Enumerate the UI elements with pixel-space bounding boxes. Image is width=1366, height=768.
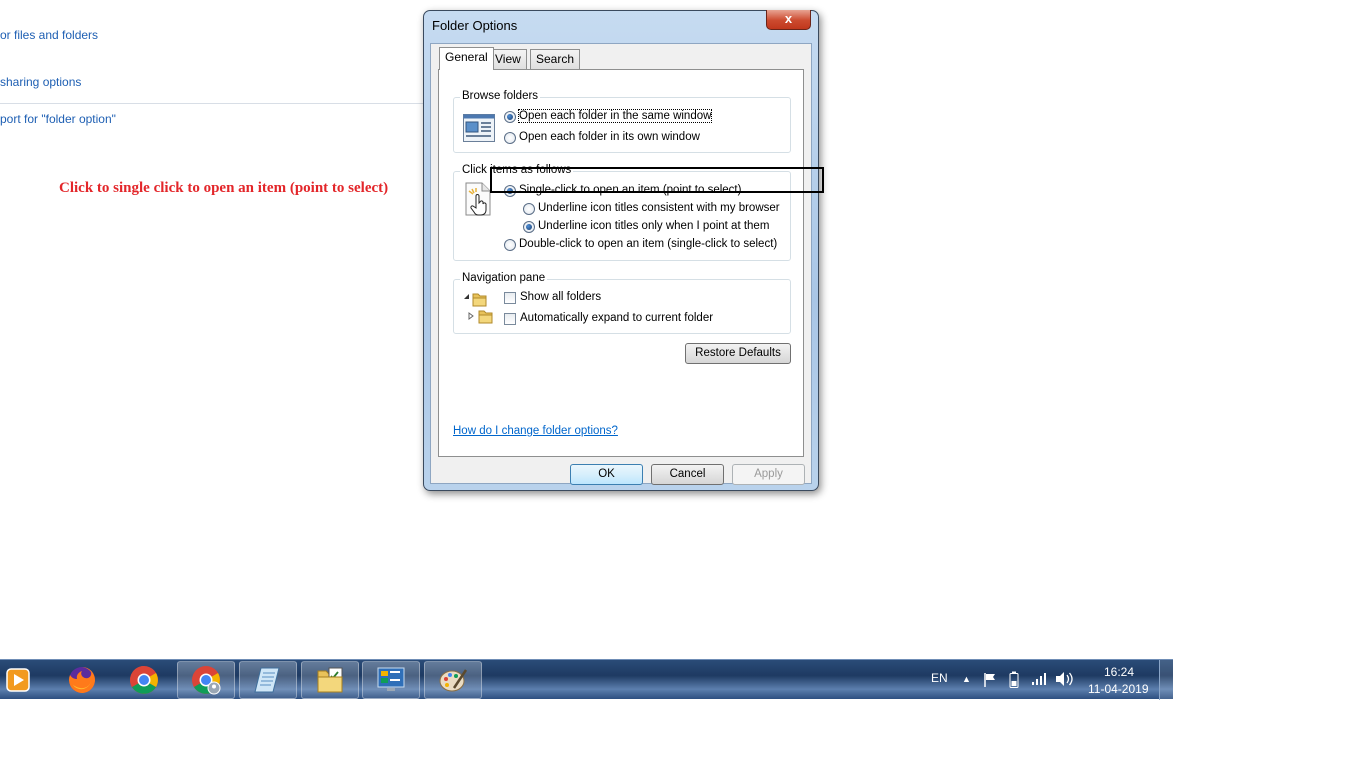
notepad-icon [254, 667, 280, 693]
taskbar-notepad[interactable] [239, 661, 297, 699]
browse-folders-group: Browse folders Open each folder in the s… [453, 90, 791, 153]
radio-double-click-button[interactable] [504, 239, 516, 251]
bg-link-support-search[interactable]: port for "folder option" [0, 112, 116, 126]
radio-own-window-label: Open each folder in its own window [519, 131, 700, 143]
taskbar-file-explorer[interactable] [301, 661, 359, 699]
tree-folders-icon [464, 293, 493, 324]
instruction-annotation: Click to single click to open an item (p… [59, 180, 389, 196]
taskbar-control-panel[interactable] [362, 661, 420, 699]
taskbar-paint[interactable] [424, 661, 482, 699]
file-explorer-icon [317, 667, 343, 693]
restore-defaults-button[interactable]: Restore Defaults [685, 343, 791, 364]
tab-general[interactable]: General [439, 47, 494, 70]
bg-link-files-folders[interactable]: or files and folders [0, 28, 98, 42]
folder-options-dialog: Folder Options x General View Search Bro… [423, 10, 819, 491]
volume-icon[interactable] [1055, 671, 1073, 687]
checkbox-auto-expand-box[interactable] [504, 313, 516, 325]
close-button[interactable]: x [766, 10, 811, 30]
radio-underline-point-button[interactable] [523, 221, 535, 233]
taskbar-media-player[interactable] [0, 661, 36, 699]
signal-icon[interactable] [1031, 672, 1047, 686]
control-panel-icon [377, 667, 405, 691]
checkbox-show-all-folders-box[interactable] [504, 292, 516, 304]
taskbar-chrome[interactable] [115, 661, 173, 699]
highlight-box [490, 167, 824, 193]
clock-date[interactable]: 11-04-2019 [1088, 682, 1149, 696]
flag-icon[interactable] [983, 672, 997, 688]
chrome-icon [130, 666, 158, 694]
chrome-profile-icon [192, 666, 221, 695]
browse-folders-label: Browse folders [460, 90, 541, 102]
navigation-pane-label: Navigation pane [460, 272, 548, 284]
apply-button[interactable]: Apply [732, 464, 805, 485]
taskbar-firefox[interactable] [53, 661, 111, 699]
dialog-client-area: General View Search Browse folders Open … [430, 43, 812, 485]
paint-icon [439, 669, 468, 692]
radio-same-window-button[interactable] [504, 111, 516, 123]
clock-time[interactable]: 16:24 [1104, 665, 1134, 679]
radio-double-click-label: Double-click to open an item (single-cli… [519, 238, 778, 250]
taskbar: EN ▲ 16:24 11-04-2019 [0, 659, 1173, 700]
dialog-title: Folder Options [432, 18, 518, 33]
radio-underline-browser-label: Underline icon titles consistent with my… [538, 202, 780, 214]
chevron-up-icon[interactable]: ▲ [962, 674, 971, 684]
general-tab-panel: Browse folders Open each folder in the s… [438, 69, 804, 457]
battery-icon[interactable] [1009, 671, 1019, 689]
bg-divider [0, 103, 424, 104]
radio-own-window-button[interactable] [504, 132, 516, 144]
close-icon: x [784, 11, 793, 26]
media-player-icon [6, 668, 30, 692]
tab-search[interactable]: Search [530, 49, 581, 69]
radio-underline-point-label: Underline icon titles only when I point … [538, 220, 770, 232]
navigation-pane-group: Navigation pane Show all folders Automat… [453, 272, 791, 334]
browse-folders-icon [463, 114, 495, 142]
pointing-hand-icon [465, 182, 491, 216]
cancel-button[interactable]: Cancel [651, 464, 724, 485]
help-link[interactable]: How do I change folder options? [453, 425, 618, 437]
checkbox-show-all-folders-label: Show all folders [520, 291, 602, 303]
checkbox-auto-expand-label: Automatically expand to current folder [520, 312, 714, 324]
taskbar-chrome-profile[interactable] [177, 661, 235, 699]
language-indicator[interactable]: EN [931, 671, 948, 685]
radio-underline-browser-button[interactable] [523, 203, 535, 215]
firefox-icon [69, 667, 95, 693]
show-desktop-button[interactable] [1159, 660, 1173, 700]
radio-same-window-label: Open each folder in the same window [517, 109, 713, 123]
ok-button[interactable]: OK [570, 464, 643, 485]
tab-view[interactable]: View [489, 49, 527, 69]
bg-link-sharing-options[interactable]: sharing options [0, 75, 81, 89]
